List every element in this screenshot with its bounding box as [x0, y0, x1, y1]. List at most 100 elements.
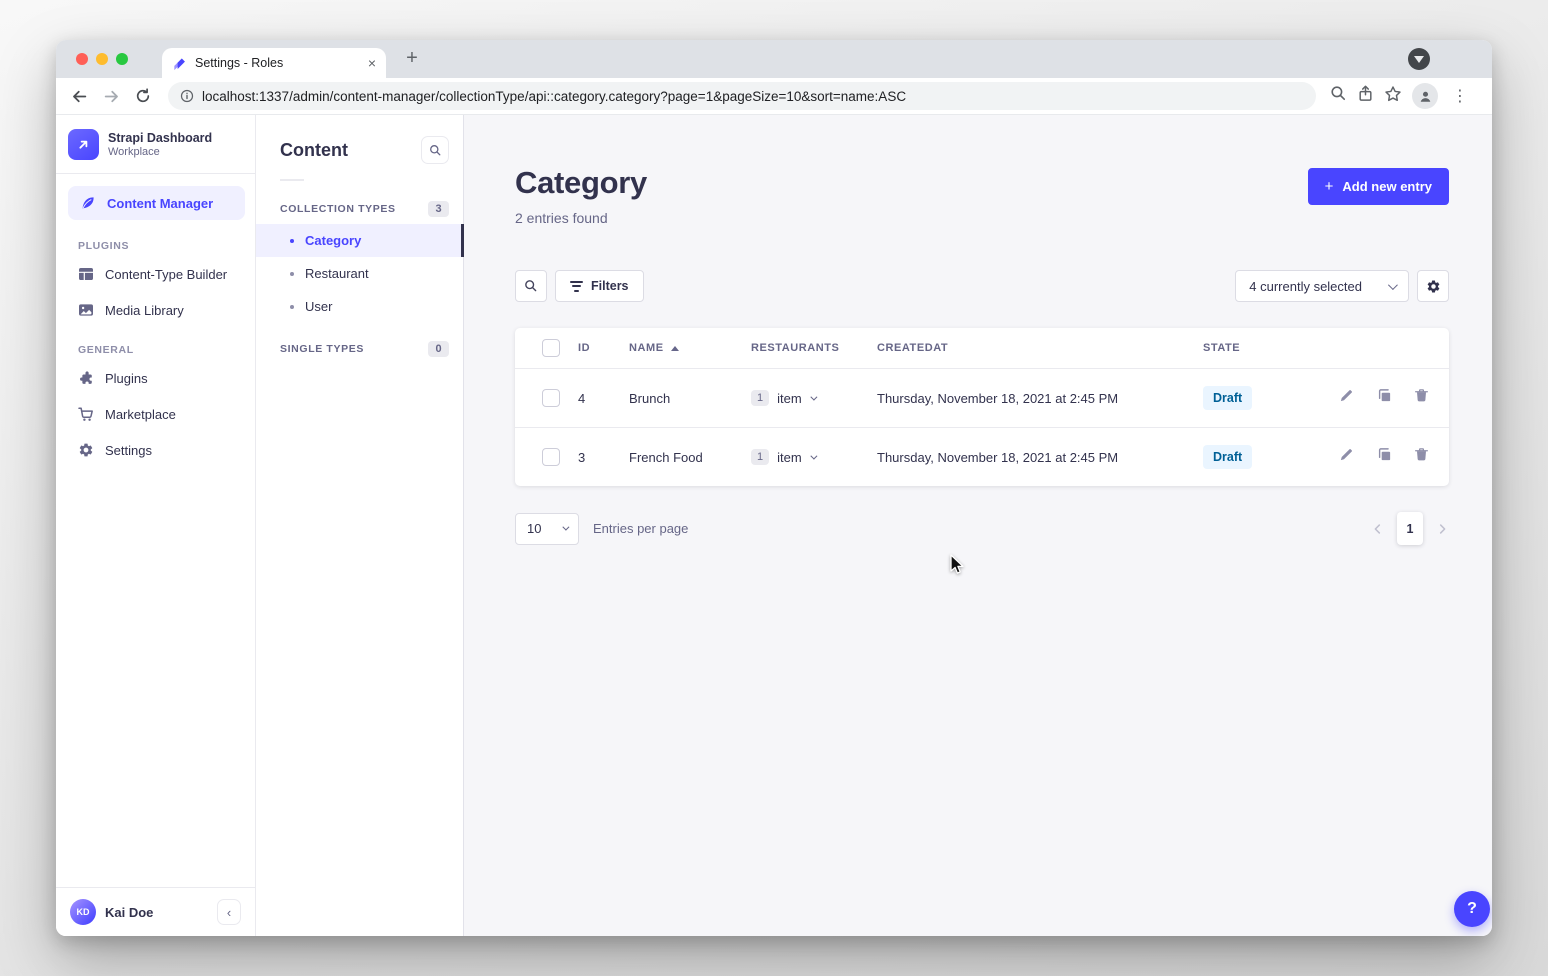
sidebar-user-footer: KD Kai Doe ‹: [56, 887, 255, 936]
cell-restaurants[interactable]: 1 item: [751, 449, 877, 465]
table-search-button[interactable]: [515, 270, 547, 302]
chevron-down-icon: [810, 393, 817, 400]
relation-count-badge: 1: [751, 449, 769, 465]
previous-page-icon[interactable]: [1371, 522, 1385, 536]
filter-icon: [570, 281, 583, 292]
cell-name: French Food: [629, 450, 751, 465]
strapi-logo-icon: [68, 129, 99, 160]
subnav-item-category[interactable]: Category: [256, 224, 463, 257]
window-controls: [76, 53, 128, 65]
user-avatar[interactable]: KD: [70, 899, 96, 925]
tab-title: Settings - Roles: [195, 56, 360, 70]
browser-tabstrip: Settings - Roles × +: [56, 40, 1492, 78]
row-checkbox[interactable]: [542, 389, 560, 407]
column-header-restaurants[interactable]: RESTAURANTS: [751, 342, 877, 354]
sidebar-collapse-button[interactable]: ‹: [217, 899, 241, 925]
browser-profile-avatar[interactable]: [1412, 83, 1438, 109]
next-page-icon[interactable]: [1435, 522, 1449, 536]
chevron-down-icon: [1388, 280, 1398, 290]
edit-icon[interactable]: [1339, 447, 1354, 467]
share-icon[interactable]: [1357, 85, 1374, 107]
delete-icon[interactable]: [1414, 388, 1429, 408]
tab-close-icon[interactable]: ×: [368, 55, 376, 71]
main-sidebar: Strapi Dashboard Workplace Content Manag…: [56, 115, 256, 936]
sidebar-item-content-manager[interactable]: Content Manager: [68, 186, 245, 220]
browser-tab[interactable]: Settings - Roles ×: [162, 48, 386, 78]
sort-ascending-icon: [671, 346, 679, 351]
duplicate-icon[interactable]: [1377, 447, 1392, 467]
table-row[interactable]: 3 French Food 1 item Thursday, November …: [515, 427, 1449, 486]
column-header-createdat[interactable]: CREATEDAT: [877, 342, 1203, 354]
zoom-window-button[interactable]: [116, 53, 128, 65]
duplicate-icon[interactable]: [1377, 388, 1392, 408]
column-header-state[interactable]: STATE: [1203, 342, 1339, 354]
add-new-entry-button[interactable]: + Add new entry: [1308, 168, 1449, 205]
pagination-bar: 10 Entries per page 1: [515, 512, 1449, 545]
state-badge: Draft: [1203, 445, 1252, 469]
subnav-title: Content: [280, 140, 348, 161]
subnav-item-restaurant[interactable]: Restaurant: [256, 257, 463, 290]
sidebar-item-media-library[interactable]: Media Library: [56, 292, 255, 328]
cell-createdat: Thursday, November 18, 2021 at 2:45 PM: [877, 450, 1203, 465]
collection-types-label: COLLECTION TYPES: [280, 203, 396, 215]
cell-name: Brunch: [629, 391, 751, 406]
filters-button[interactable]: Filters: [555, 270, 644, 302]
column-header-id[interactable]: ID: [578, 342, 629, 354]
minimize-window-button[interactable]: [96, 53, 108, 65]
entries-count: 2 entries found: [515, 210, 647, 226]
brand-subtitle: Workplace: [108, 146, 212, 158]
subnav-item-label: User: [305, 299, 332, 314]
sidebar-item-marketplace[interactable]: Marketplace: [56, 396, 255, 432]
single-types-count: 0: [428, 341, 449, 357]
sidebar-item-plugins[interactable]: Plugins: [56, 360, 255, 396]
table-row[interactable]: 4 Brunch 1 item Thursday, November 18, 2…: [515, 368, 1449, 427]
page-number-button[interactable]: 1: [1397, 512, 1423, 545]
brand-title: Strapi Dashboard: [108, 131, 212, 147]
mouse-cursor: [947, 553, 969, 577]
address-bar[interactable]: localhost:1337/admin/content-manager/col…: [168, 82, 1316, 110]
view-settings-button[interactable]: [1417, 270, 1449, 302]
new-tab-button[interactable]: +: [400, 47, 424, 70]
cell-id: 4: [578, 391, 629, 406]
url-text: localhost:1337/admin/content-manager/col…: [202, 89, 906, 104]
search-icon: [429, 144, 442, 157]
strapi-favicon-icon: [172, 56, 187, 71]
cell-restaurants[interactable]: 1 item: [751, 390, 877, 406]
workspace-brand[interactable]: Strapi Dashboard Workplace: [56, 115, 255, 174]
zoom-search-icon[interactable]: [1330, 85, 1347, 107]
cell-id: 3: [578, 450, 629, 465]
fields-selected-dropdown[interactable]: 4 currently selected: [1235, 270, 1409, 302]
back-icon[interactable]: [66, 83, 92, 109]
browser-menu-icon[interactable]: ⋮: [1448, 86, 1472, 106]
cart-icon: [78, 406, 94, 422]
row-checkbox[interactable]: [542, 448, 560, 466]
delete-icon[interactable]: [1414, 447, 1429, 467]
column-header-name[interactable]: NAME: [629, 342, 751, 354]
user-name: Kai Doe: [105, 905, 208, 920]
layout-icon: [78, 266, 94, 282]
sidebar-section-general: GENERAL: [56, 328, 255, 360]
edit-icon[interactable]: [1339, 388, 1354, 408]
state-badge: Draft: [1203, 386, 1252, 410]
help-button[interactable]: ?: [1454, 891, 1490, 927]
subnav-item-label: Category: [305, 233, 361, 248]
subnav-search-button[interactable]: [421, 136, 449, 164]
subnav-item-label: Restaurant: [305, 266, 369, 281]
sidebar-section-plugins: PLUGINS: [56, 224, 255, 256]
close-window-button[interactable]: [76, 53, 88, 65]
page-size-dropdown[interactable]: 10: [515, 513, 579, 545]
subnav-item-user[interactable]: User: [256, 290, 463, 323]
select-all-checkbox[interactable]: [542, 339, 560, 357]
reload-icon[interactable]: [130, 83, 156, 109]
browser-window: Settings - Roles × + localhost:1337/admi…: [56, 40, 1492, 936]
forward-icon[interactable]: [98, 83, 124, 109]
sidebar-item-label: Media Library: [105, 303, 184, 318]
bookmark-star-icon[interactable]: [1384, 85, 1402, 108]
site-info-icon[interactable]: [180, 89, 194, 103]
gear-icon: [78, 442, 94, 458]
sidebar-item-settings[interactable]: Settings: [56, 432, 255, 468]
sidebar-item-label: Plugins: [105, 371, 148, 386]
sidebar-item-content-type-builder[interactable]: Content-Type Builder: [56, 256, 255, 292]
record-indicator-icon[interactable]: [1408, 48, 1430, 70]
feather-icon: [80, 195, 96, 211]
